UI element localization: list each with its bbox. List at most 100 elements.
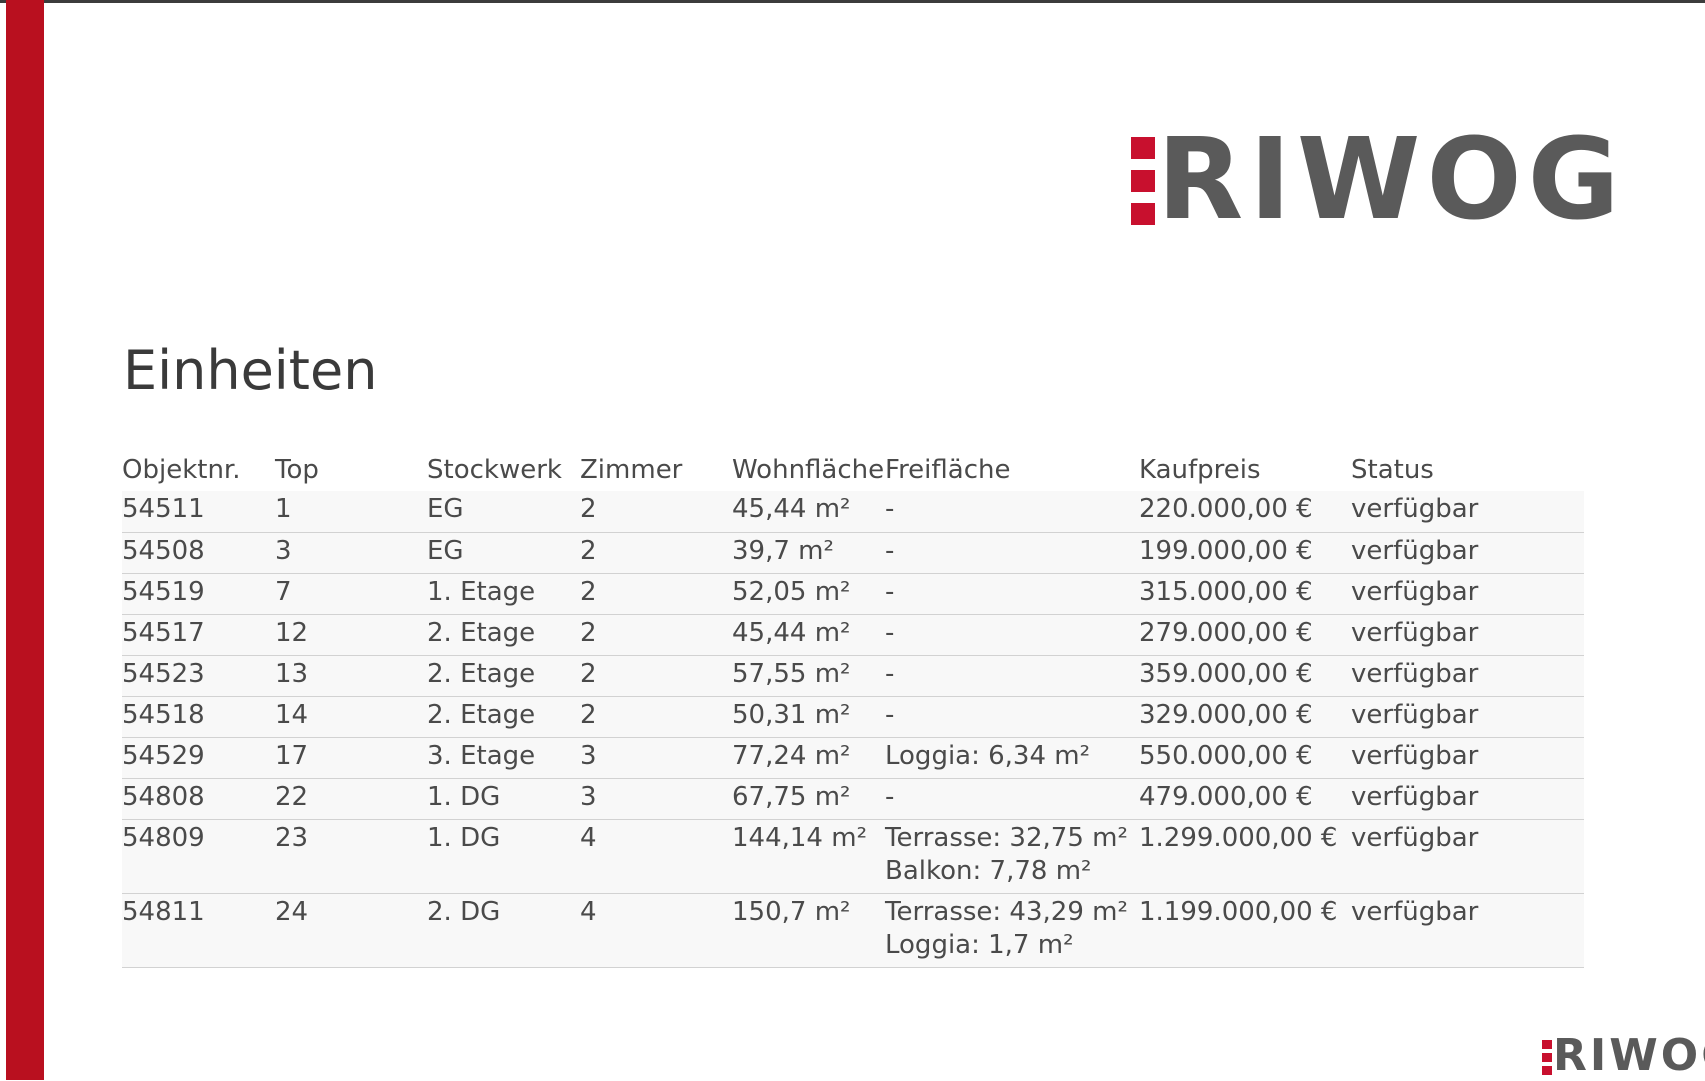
cell-stockwerk: EG — [427, 535, 464, 566]
cell-top: 13 — [275, 658, 309, 689]
cell-top: 3 — [275, 535, 292, 566]
cell-zimmer: 2 — [580, 535, 597, 566]
cell-objektnr: 54517 — [122, 617, 205, 648]
cell-wohnflaeche: 52,05 m² — [732, 576, 851, 607]
freiflaeche-line: - — [885, 617, 895, 648]
cell-top: 24 — [275, 896, 309, 927]
cell-wohnflaeche: 50,31 m² — [732, 699, 851, 730]
freiflaeche-line: - — [885, 699, 895, 730]
cell-objektnr: 54529 — [122, 740, 205, 771]
riwog-logo: RIWOG — [1131, 124, 1626, 236]
cell-zimmer: 2 — [580, 658, 597, 689]
cell-stockwerk: 2. Etage — [427, 658, 536, 689]
cell-kaufpreis: 279.000,00 € — [1139, 617, 1313, 648]
cell-zimmer: 2 — [580, 576, 597, 607]
page-title: Einheiten — [123, 339, 378, 402]
cell-wohnflaeche: 39,7 m² — [732, 535, 834, 566]
cell-stockwerk: 3. Etage — [427, 740, 536, 771]
cell-status: verfügbar — [1351, 535, 1479, 566]
cell-zimmer: 4 — [580, 822, 597, 853]
col-header-top: Top — [275, 455, 319, 485]
table-row: 54508 3 EG 2 39,7 m² - 199.000,00 € verfügbar — [122, 532, 1584, 573]
table-row: 54523 13 2. Etage 2 57,55 m² - 359.000,00 € ver… — [122, 655, 1584, 696]
cell-freiflaeche: - — [885, 614, 1139, 655]
cell-stockwerk: 1. DG — [427, 781, 501, 812]
cell-objektnr: 54809 — [122, 822, 205, 853]
freiflaeche-line: - — [885, 535, 895, 566]
top-rule — [0, 0, 1705, 3]
table-row: 54808 22 1. DG 3 67,75 m² - 479.000,00 € verfüg… — [122, 778, 1584, 819]
col-header-stockwerk: Stockwerk — [427, 455, 562, 485]
cell-stockwerk: 1. Etage — [427, 576, 536, 607]
cell-kaufpreis: 1.299.000,00 € — [1139, 822, 1338, 853]
cell-freiflaeche: - — [885, 655, 1139, 696]
cell-freiflaeche: - — [885, 696, 1139, 737]
cell-stockwerk: 2. Etage — [427, 617, 536, 648]
cell-stockwerk: EG — [427, 494, 464, 524]
cell-status: verfügbar — [1351, 576, 1479, 607]
table-row: 54519 7 1. Etage 2 52,05 m² - 315.000,00 € verf… — [122, 573, 1584, 614]
cell-kaufpreis: 220.000,00 € — [1139, 494, 1313, 524]
cell-kaufpreis: 329.000,00 € — [1139, 699, 1313, 730]
cell-objektnr: 54808 — [122, 781, 205, 812]
cell-wohnflaeche: 77,24 m² — [732, 740, 851, 771]
table-row: 54529 17 3. Etage 3 77,24 m² Loggia: 6,34 m² 5… — [122, 737, 1584, 778]
cell-freiflaeche: Terrasse: 43,29 m² Loggia: 1,7 m² — [885, 893, 1139, 967]
cell-wohnflaeche: 150,7 m² — [732, 896, 851, 927]
col-header-freiflaeche: Freifläche — [885, 455, 1011, 485]
cell-status: verfügbar — [1351, 896, 1479, 927]
cell-freiflaeche: Loggia: 6,34 m² — [885, 737, 1139, 778]
cell-objektnr: 54508 — [122, 535, 205, 566]
cell-zimmer: 2 — [580, 494, 597, 524]
cell-zimmer: 3 — [580, 781, 597, 812]
cell-status: verfügbar — [1351, 822, 1479, 853]
cell-top: 22 — [275, 781, 309, 812]
freiflaeche-line: - — [885, 781, 895, 812]
cell-kaufpreis: 359.000,00 € — [1139, 658, 1313, 689]
cell-top: 12 — [275, 617, 309, 648]
cell-kaufpreis: 550.000,00 € — [1139, 740, 1313, 771]
cell-zimmer: 3 — [580, 740, 597, 771]
freiflaeche-line: Balkon: 7,78 m² — [885, 855, 1092, 886]
table-body: 54511 1 EG 2 45,44 m² -220.000,00 € verfügbar 5… — [122, 491, 1584, 967]
cell-zimmer: 2 — [580, 699, 597, 730]
col-header-zimmer: Zimmer — [580, 455, 683, 485]
units-table: Objektnr. Top Stockwerk Zimmer Wohnfläch… — [122, 449, 1584, 968]
footer-logo-wordmark: RIWOG — [1553, 1030, 1705, 1081]
cell-status: verfügbar — [1351, 781, 1479, 812]
cell-stockwerk: 2. Etage — [427, 699, 536, 730]
footer-logo-mark-icon — [1542, 1036, 1552, 1076]
cell-freiflaeche: - — [885, 573, 1139, 614]
cell-top: 14 — [275, 699, 309, 730]
cell-stockwerk: 2. DG — [427, 896, 501, 927]
cell-top: 1 — [275, 494, 292, 524]
cell-freiflaeche: - — [885, 491, 1139, 532]
freiflaeche-line: Terrasse: 43,29 m² — [885, 896, 1128, 927]
cell-kaufpreis: 1.199.000,00 € — [1139, 896, 1338, 927]
cell-kaufpreis: 479.000,00 € — [1139, 781, 1313, 812]
col-header-kaufpreis: Kaufpreis — [1139, 455, 1261, 485]
freiflaeche-line: Terrasse: 32,75 m² — [885, 822, 1128, 853]
side-accent-bar — [6, 0, 44, 1080]
cell-top: 17 — [275, 740, 309, 771]
header-row: Objektnr. Top Stockwerk Zimmer Wohnfläch… — [122, 449, 1584, 491]
col-header-status: Status — [1351, 455, 1434, 485]
cell-objektnr: 54518 — [122, 699, 205, 730]
cell-freiflaeche: - — [885, 778, 1139, 819]
logo-wordmark: RIWOG — [1157, 115, 1626, 245]
cell-objektnr: 54811 — [122, 896, 205, 927]
cell-objektnr: 54523 — [122, 658, 205, 689]
cell-kaufpreis: 315.000,00 € — [1139, 576, 1313, 607]
freiflaeche-line: - — [885, 658, 895, 689]
cell-top: 23 — [275, 822, 309, 853]
col-header-wohnflaeche: Wohnfläche — [732, 455, 885, 485]
cell-top: 7 — [275, 576, 292, 607]
cell-stockwerk: 1. DG — [427, 822, 501, 853]
cell-wohnflaeche: 67,75 m² — [732, 781, 851, 812]
cell-freiflaeche: - — [885, 532, 1139, 573]
table-row: 54518 14 2. Etage 2 50,31 m² - 329.000,00 € ver… — [122, 696, 1584, 737]
cell-kaufpreis: 199.000,00 € — [1139, 535, 1313, 566]
logo-mark-icon — [1131, 129, 1155, 231]
freiflaeche-line: Loggia: 6,34 m² — [885, 740, 1091, 771]
cell-wohnflaeche: 45,44 m² — [732, 617, 851, 648]
